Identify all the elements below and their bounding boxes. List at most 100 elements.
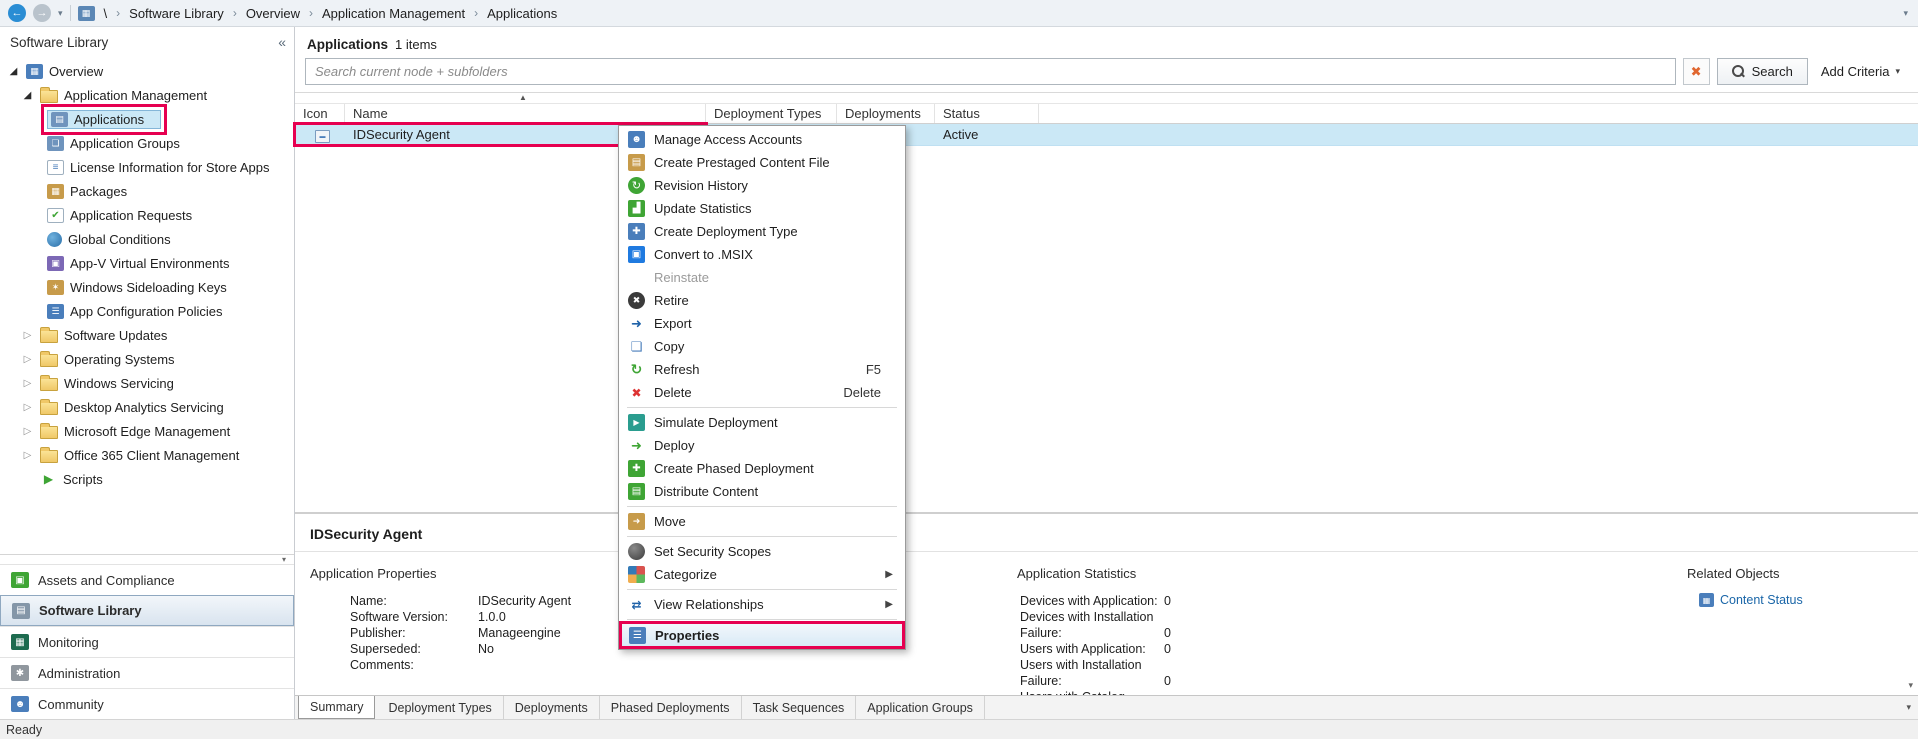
titlebar-dropdown-icon[interactable]: ▾ [1903, 8, 1908, 19]
menu-item-categorize[interactable]: Categorize ▶ [621, 563, 903, 586]
toolbar-divider [69, 5, 71, 21]
menu-item-properties[interactable]: ☰ Properties [619, 621, 905, 649]
menu-item-deploy[interactable]: ➜ Deploy [621, 434, 903, 457]
add-criteria-button[interactable]: Add Criteria ▾ [1815, 64, 1906, 79]
expander-expanded-icon[interactable]: ◢ [7, 66, 20, 77]
search-button[interactable]: Search [1716, 58, 1808, 85]
tree-item-global-conditions[interactable]: Global Conditions [0, 227, 294, 251]
breadcrumb-applications[interactable]: Applications [485, 6, 559, 21]
tree-item-packages[interactable]: ▦ Packages [0, 179, 294, 203]
expander-collapsed-icon[interactable]: ▷ [21, 330, 34, 341]
tab-task-sequences[interactable]: Task Sequences [742, 696, 857, 719]
breadcrumb-application-management[interactable]: Application Management [320, 6, 467, 21]
search-input[interactable] [305, 58, 1676, 85]
tree-item-app-configuration-policies[interactable]: ☰ App Configuration Policies [0, 299, 294, 323]
tab-phased-deployments[interactable]: Phased Deployments [600, 696, 742, 719]
tree-item-microsoft-edge-management[interactable]: ▷ Microsoft Edge Management [0, 419, 294, 443]
menu-item-update-statistics[interactable]: ▟ Update Statistics [621, 197, 903, 220]
delete-icon: ✖ [631, 385, 642, 400]
tree-item-overview[interactable]: ◢ ▦ Overview [0, 59, 294, 83]
menu-item-copy[interactable]: ❏ Copy [621, 335, 903, 358]
tab-summary[interactable]: Summary [298, 696, 376, 719]
scripts-icon: ▶ [43, 472, 54, 486]
clear-search-button[interactable]: ✖ [1682, 58, 1710, 85]
menu-item-refresh[interactable]: ↻ Refresh F5 [621, 358, 903, 381]
forward-button[interactable]: → [33, 4, 51, 22]
menu-item-create-phased-deployment[interactable]: ✚ Create Phased Deployment [621, 457, 903, 480]
menu-item-manage-access-accounts[interactable]: ☻ Manage Access Accounts [621, 128, 903, 151]
expander-collapsed-icon[interactable]: ▷ [21, 450, 34, 461]
column-header-status[interactable]: Status [935, 104, 1039, 123]
scroll-down-icon[interactable]: ▾ [1908, 680, 1913, 691]
folder-icon [40, 423, 58, 439]
workspace-monitoring[interactable]: ▦ Monitoring [0, 626, 294, 657]
tree-item-software-updates[interactable]: ▷ Software Updates [0, 323, 294, 347]
retire-icon: ✖ [628, 292, 645, 309]
tab-deployments[interactable]: Deployments [504, 696, 600, 719]
menu-item-convert-to-msix[interactable]: ▣ Convert to .MSIX [621, 243, 903, 266]
tree-item-scripts[interactable]: ▶ Scripts [0, 467, 294, 491]
properties-icon: ☰ [629, 626, 646, 644]
folder-icon [40, 87, 58, 103]
tab-application-groups[interactable]: Application Groups [856, 696, 985, 719]
refresh-icon: ↻ [630, 361, 643, 377]
content-status-link[interactable]: ▦ Content Status [1699, 593, 1803, 607]
tree-item-license-information[interactable]: ≡ License Information for Store Apps [0, 155, 294, 179]
summary-pane: IDSecurity Agent Application Properties … [295, 512, 1918, 695]
related-objects-heading: Related Objects [1687, 566, 1780, 581]
workspace-administration[interactable]: ✱ Administration [0, 657, 294, 688]
workspace-software-library[interactable]: ▤ Software Library [0, 595, 294, 626]
expander-expanded-icon[interactable]: ◢ [21, 90, 34, 101]
workspace-splitter-caret-icon[interactable]: ▾ [282, 555, 286, 564]
nav-history-dropdown-icon[interactable]: ▾ [58, 8, 63, 19]
menu-item-reinstate[interactable]: Reinstate [621, 266, 903, 289]
menu-item-revision-history[interactable]: ↻ Revision History [621, 174, 903, 197]
menu-item-simulate-deployment[interactable]: ▶ Simulate Deployment [621, 411, 903, 434]
tree-item-application-requests[interactable]: ✔ Application Requests [0, 203, 294, 227]
tab-deployment-types[interactable]: Deployment Types [377, 696, 504, 719]
column-header-name[interactable]: Name [345, 104, 706, 123]
menu-item-delete[interactable]: ✖ Delete Delete [621, 381, 903, 404]
tree-item-application-management[interactable]: ◢ Application Management [0, 83, 294, 107]
sort-ascending-icon[interactable]: ▲ [519, 93, 527, 102]
tree-item-appv-virtual-environments[interactable]: ▣ App-V Virtual Environments [0, 251, 294, 275]
tree-item-windows-sideloading-keys[interactable]: ✶ Windows Sideloading Keys [0, 275, 294, 299]
expander-collapsed-icon[interactable]: ▷ [21, 402, 34, 413]
breadcrumb-separator-icon: › [116, 6, 121, 20]
workspace-assets-and-compliance[interactable]: ▣ Assets and Compliance [0, 564, 294, 595]
software-library-icon: ▤ [12, 602, 30, 619]
expander-collapsed-icon[interactable]: ▷ [21, 354, 34, 365]
table-row[interactable]: ▬ IDSecurity Agent Active [293, 122, 1918, 147]
breadcrumb-overview[interactable]: Overview [244, 6, 302, 21]
tree-item-application-groups[interactable]: ❏ Application Groups [0, 131, 294, 155]
menu-item-set-security-scopes[interactable]: Set Security Scopes [621, 540, 903, 563]
tree-item-windows-servicing[interactable]: ▷ Windows Servicing [0, 371, 294, 395]
sidebar-collapse-icon[interactable]: « [274, 34, 290, 50]
column-header-deployments[interactable]: Deployments [837, 104, 935, 123]
menu-item-retire[interactable]: ✖ Retire [621, 289, 903, 312]
workspace-splitter[interactable]: ▾ [0, 554, 294, 564]
appv-icon: ▣ [47, 255, 64, 271]
column-header-icon[interactable]: Icon [295, 104, 345, 123]
workspace-community[interactable]: ☻ Community [0, 688, 294, 719]
menu-item-export[interactable]: ➜ Export [621, 312, 903, 335]
applications-icon: ▤ [51, 111, 68, 127]
tree-item-desktop-analytics-servicing[interactable]: ▷ Desktop Analytics Servicing [0, 395, 294, 419]
overview-icon: ▦ [26, 63, 43, 79]
expander-collapsed-icon[interactable]: ▷ [21, 426, 34, 437]
tree-item-operating-systems[interactable]: ▷ Operating Systems [0, 347, 294, 371]
tree-item-applications[interactable]: ▤ Applications [0, 103, 294, 135]
expander-collapsed-icon[interactable]: ▷ [21, 378, 34, 389]
breadcrumb-root[interactable]: \ [102, 6, 110, 21]
menu-item-move[interactable]: ➜ Move [621, 510, 903, 533]
breadcrumb-software-library[interactable]: Software Library [127, 6, 226, 21]
column-header-deployment-types[interactable]: Deployment Types [706, 104, 837, 123]
menu-item-create-prestaged-content-file[interactable]: ▤ Create Prestaged Content File [621, 151, 903, 174]
tree-item-office-365-client-management[interactable]: ▷ Office 365 Client Management [0, 443, 294, 467]
menu-item-create-deployment-type[interactable]: ✚ Create Deployment Type [621, 220, 903, 243]
navigation-tree: ◢ ▦ Overview ◢ Application Management ▤ … [0, 57, 294, 554]
back-button[interactable]: ← [8, 4, 26, 22]
menu-item-distribute-content[interactable]: ▤ Distribute Content [621, 480, 903, 503]
tabs-overflow-icon[interactable]: ▾ [1906, 702, 1918, 713]
menu-item-view-relationships[interactable]: ⇄ View Relationships ▶ [621, 593, 903, 616]
